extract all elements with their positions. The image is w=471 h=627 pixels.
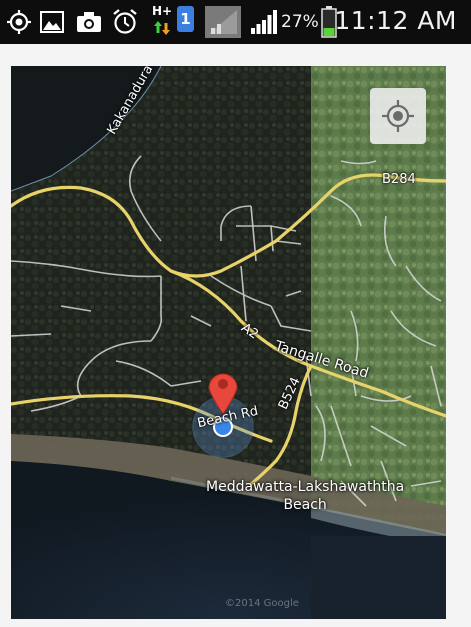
road-label-b284: B284 [382,172,416,187]
gallery-icon [40,11,64,33]
battery-percent: 27% [281,12,319,32]
my-location-button[interactable] [370,88,426,144]
poi-label-beach[interactable]: Meddawatta-Lakshawaththa Beach [206,478,404,514]
data-arrows-icon [154,21,170,35]
signal-weak-icon [205,6,241,38]
status-bar: H+ 1 27% 11:12 AM [0,0,471,44]
network-type-label: H+ [152,4,173,18]
map-copyright: ©2014 Google [225,598,299,609]
map-view[interactable]: Kakanadura Rd B284 A2 Tangalle Road B524… [11,66,446,619]
crosshair-icon [382,100,414,132]
poi-label-line2: Beach [283,497,327,513]
sim-slot-badge: 1 [177,6,194,32]
satellite-map [11,66,446,619]
poi-label-line1: Meddawatta-Lakshawaththa [206,479,405,495]
alarm-icon [113,9,137,34]
clock: 11:12 AM [334,6,457,35]
signal-icon [251,10,277,34]
camera-icon [77,12,101,32]
location-icon [7,10,31,34]
